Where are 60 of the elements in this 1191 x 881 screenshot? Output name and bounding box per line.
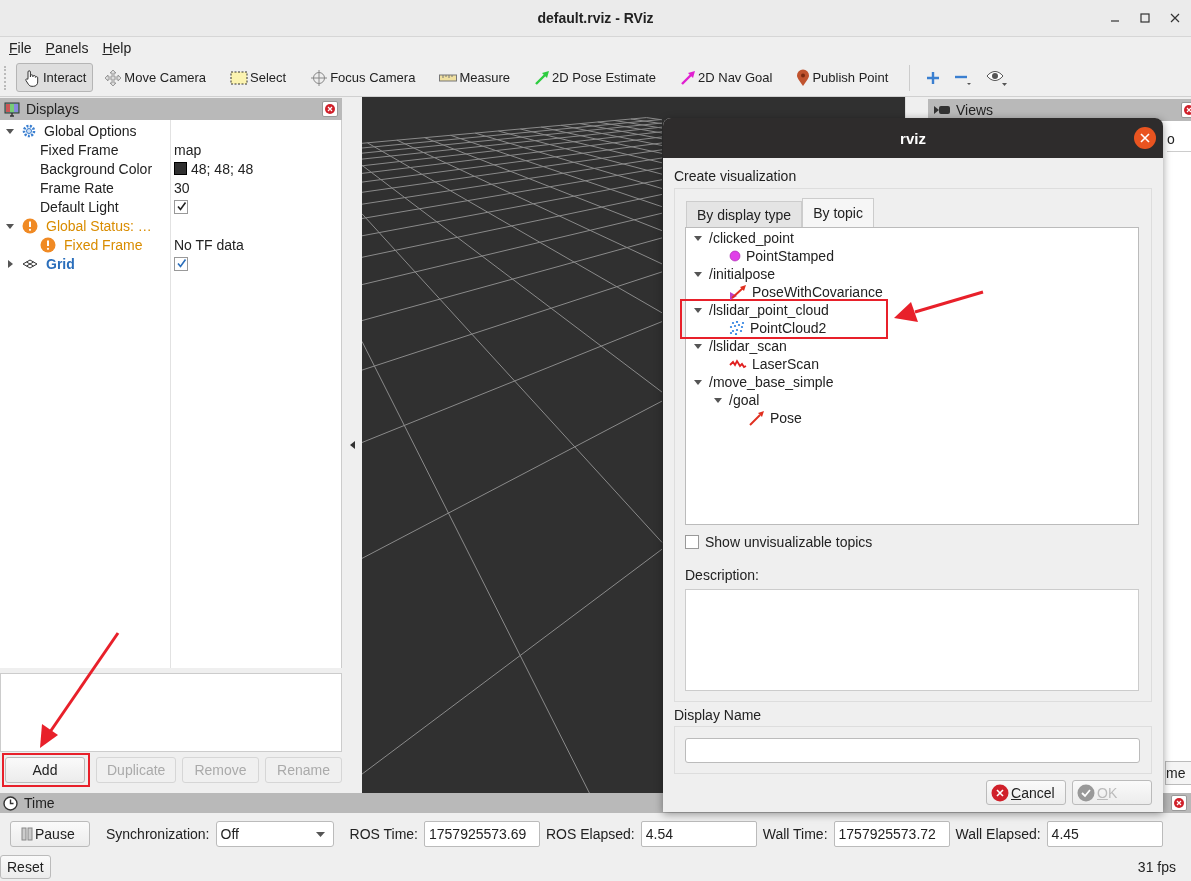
- section-heading: Create visualization: [674, 168, 798, 184]
- property-label[interactable]: Grid: [46, 255, 75, 272]
- display-type-item[interactable]: Pose: [770, 410, 802, 426]
- panel-title: Displays: [26, 101, 79, 117]
- property-value[interactable]: 30: [174, 179, 190, 196]
- field-label: Display Name: [674, 707, 763, 723]
- tool-button[interactable]: 2D Pose Estimate: [526, 63, 663, 92]
- time-field[interactable]: 1757925573.69: [424, 821, 540, 847]
- field-label: Description:: [685, 567, 760, 583]
- field-label: Synchronization:: [106, 826, 210, 842]
- tab[interactable]: By topic: [802, 198, 874, 227]
- property-value[interactable]: 48; 48; 48: [191, 160, 254, 177]
- field-label: ROS Time:: [349, 826, 418, 842]
- property-label[interactable]: Default Light: [40, 198, 119, 215]
- topic-item[interactable]: /lslidar_point_cloud: [709, 302, 829, 318]
- cancel-button[interactable]: Cancel: [986, 780, 1066, 805]
- panel-title: Views: [956, 102, 994, 118]
- property-value[interactable]: map: [174, 141, 202, 158]
- tool-button[interactable]: Focus Camera: [303, 63, 423, 92]
- sync-dropdown[interactable]: Off: [215, 821, 334, 847]
- window-title: default.rviz - RViz: [537, 10, 654, 26]
- menu-item[interactable]: Panels: [45, 40, 89, 56]
- fps-counter: 31 fps: [1137, 859, 1176, 875]
- field-label: Wall Elapsed:: [955, 826, 1041, 842]
- tool-button[interactable]: Publish Point: [789, 63, 896, 92]
- view-type-field[interactable]: o: [1167, 131, 1191, 152]
- topic-item[interactable]: /lslidar_scan: [709, 338, 787, 354]
- time-field[interactable]: 4.54: [640, 821, 757, 847]
- panel-button[interactable]: me: [1165, 761, 1191, 785]
- property-label[interactable]: Global Options: [44, 122, 137, 139]
- topic-item[interactable]: /initialpose: [709, 266, 776, 282]
- dialog-title: rviz: [900, 129, 926, 147]
- reset-button[interactable]: Reset: [0, 855, 51, 879]
- time-field[interactable]: 1757925573.72: [833, 821, 950, 847]
- tool-button[interactable]: Move Camera: [97, 63, 213, 92]
- topic-item[interactable]: /move_base_simple: [709, 374, 834, 390]
- property-label[interactable]: Frame Rate: [40, 179, 114, 196]
- field-label: Wall Time:: [762, 826, 828, 842]
- tool-button[interactable]: Interact: [16, 63, 94, 92]
- menu-item[interactable]: File: [9, 40, 32, 56]
- menu-item[interactable]: Help: [102, 40, 132, 56]
- display-type-item[interactable]: LaserScan: [752, 356, 819, 372]
- display-type-item[interactable]: PointCloud2: [750, 320, 827, 336]
- panel-button[interactable]: Add: [5, 757, 85, 783]
- display-type-item[interactable]: PoseWithCovariance: [752, 284, 883, 300]
- topic-item[interactable]: /goal: [729, 392, 760, 408]
- tool-button[interactable]: Select: [223, 63, 294, 92]
- tab[interactable]: By display type: [686, 201, 803, 227]
- tool-button[interactable]: 2D Nav Goal: [673, 63, 780, 92]
- property-value[interactable]: No TF data: [174, 236, 244, 253]
- checkbox-label[interactable]: Show unvisualizable topics: [705, 534, 873, 550]
- field-label: ROS Elapsed:: [546, 826, 635, 842]
- tool-button[interactable]: Measure: [432, 63, 517, 92]
- property-label[interactable]: Fixed Frame: [40, 141, 119, 158]
- panel-title: Time: [24, 795, 55, 811]
- pause-button[interactable]: Pause: [10, 821, 90, 847]
- time-field[interactable]: 4.45: [1046, 821, 1163, 847]
- property-label[interactable]: Background Color: [40, 160, 153, 177]
- topic-item[interactable]: /clicked_point: [709, 230, 794, 246]
- display-type-item[interactable]: PointStamped: [746, 248, 834, 264]
